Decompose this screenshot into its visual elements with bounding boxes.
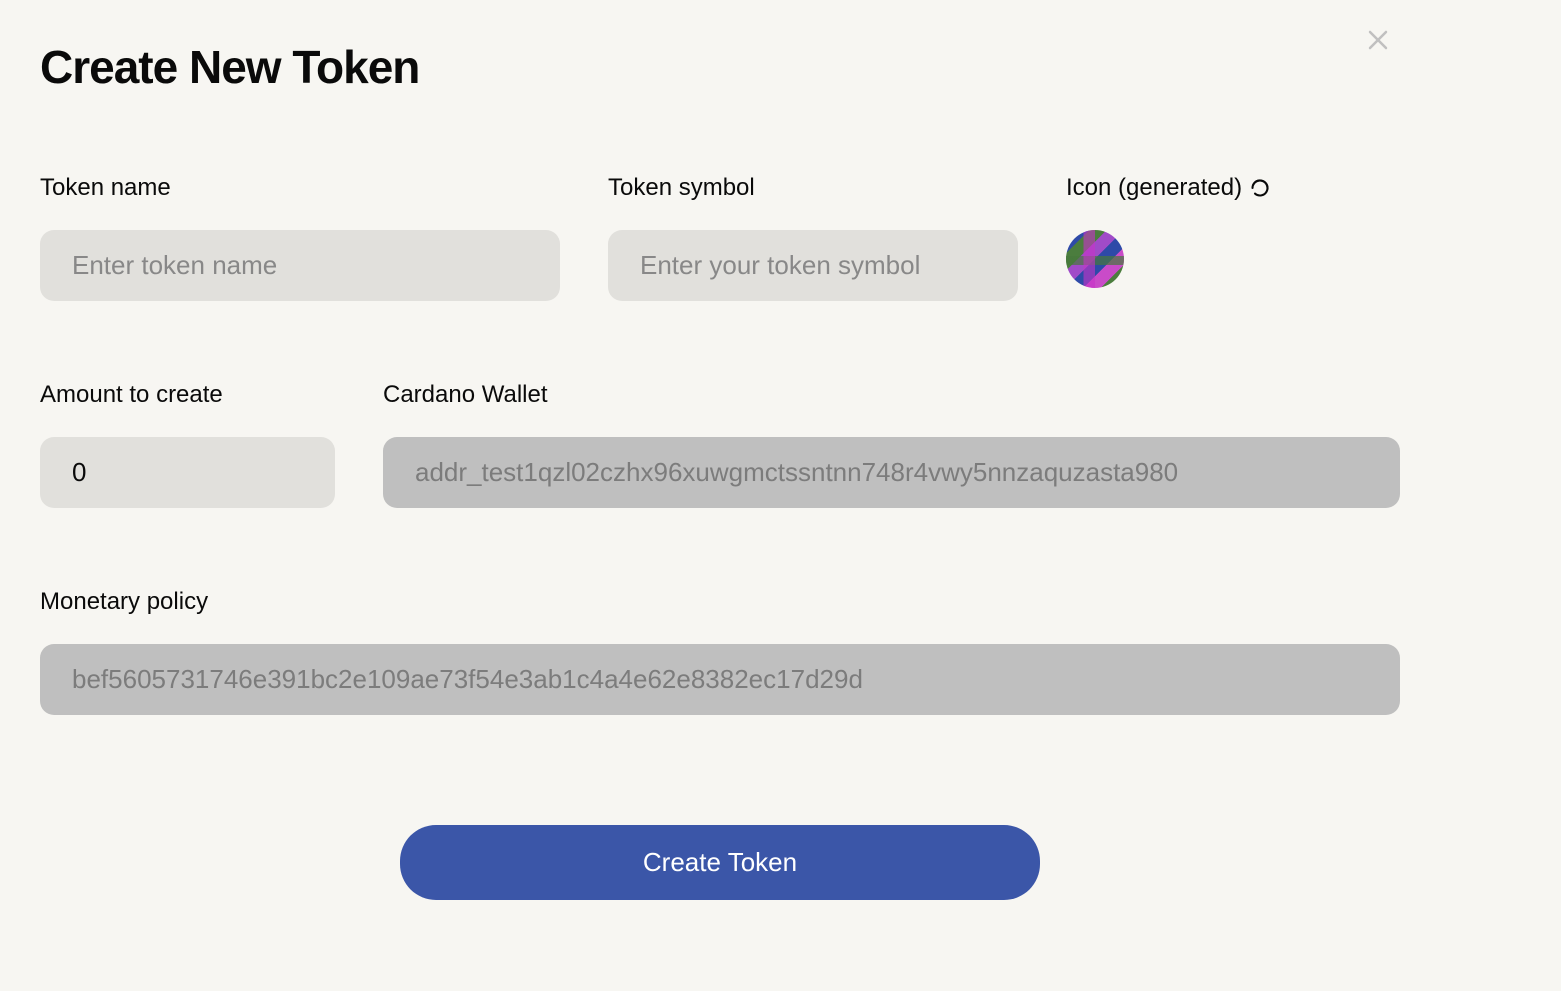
close-icon	[1366, 23, 1390, 59]
icon-label-text: Icon (generated)	[1066, 174, 1242, 202]
policy-label: Monetary policy	[40, 588, 1400, 616]
amount-label: Amount to create	[40, 381, 335, 409]
submit-row: Create Token	[40, 825, 1400, 900]
icon-label: Icon (generated)	[1066, 174, 1270, 202]
refresh-icon[interactable]	[1250, 178, 1270, 198]
form-row-2: Amount to create Cardano Wallet	[40, 381, 1400, 508]
form-row-3: Monetary policy	[40, 588, 1400, 715]
token-name-group: Token name	[40, 174, 560, 301]
close-button[interactable]	[1366, 25, 1390, 57]
create-token-button[interactable]: Create Token	[400, 825, 1040, 900]
policy-group: Monetary policy	[40, 588, 1400, 715]
create-token-modal: Create New Token Token name Token symbol…	[40, 40, 1400, 900]
token-symbol-input[interactable]	[608, 230, 1018, 301]
token-symbol-label: Token symbol	[608, 174, 1018, 202]
token-name-input[interactable]	[40, 230, 560, 301]
amount-input[interactable]	[40, 437, 335, 508]
modal-title: Create New Token	[40, 40, 1400, 94]
wallet-group: Cardano Wallet	[383, 381, 1400, 508]
amount-group: Amount to create	[40, 381, 335, 508]
token-name-label: Token name	[40, 174, 560, 202]
form-row-1: Token name Token symbol Icon (generated)	[40, 174, 1400, 301]
icon-group: Icon (generated)	[1066, 174, 1270, 288]
token-symbol-group: Token symbol	[608, 174, 1018, 301]
generated-icon-preview	[1066, 230, 1124, 288]
wallet-label: Cardano Wallet	[383, 381, 1400, 409]
policy-input	[40, 644, 1400, 715]
wallet-input	[383, 437, 1400, 508]
